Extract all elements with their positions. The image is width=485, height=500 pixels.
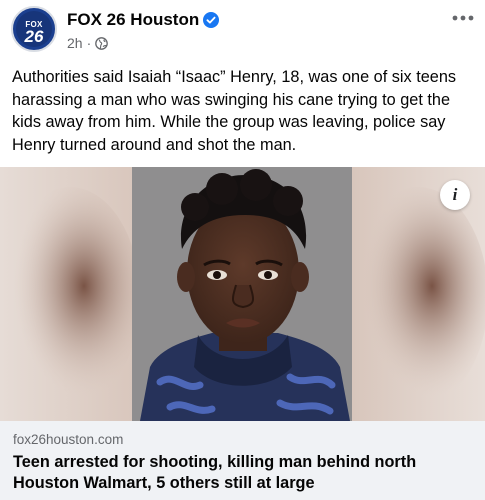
article-photo[interactable]: [0, 167, 485, 421]
meta-separator: ·: [86, 35, 92, 51]
avatar-logo: FOX 26: [16, 11, 52, 47]
avatar-number-text: 26: [24, 27, 44, 46]
post-timestamp[interactable]: 2h: [67, 35, 83, 51]
post-header: FOX 26 FOX 26 Houston 2h ·: [0, 0, 485, 62]
info-button[interactable]: i: [440, 180, 470, 210]
facebook-post: FOX 26 FOX 26 Houston 2h · Authorities s…: [0, 0, 485, 500]
globe-icon[interactable]: [95, 36, 109, 50]
post-meta: 2h ·: [67, 35, 109, 51]
link-preview[interactable]: fox26houston.com Teen arrested for shoot…: [0, 421, 485, 500]
link-headline[interactable]: Teen arrested for shooting, killing man …: [13, 452, 475, 494]
info-icon: i: [452, 185, 458, 204]
page-name-link[interactable]: FOX 26 Houston: [67, 10, 199, 30]
link-domain: fox26houston.com: [13, 432, 124, 447]
page-avatar[interactable]: FOX 26: [11, 6, 57, 52]
post-caption: Authorities said Isaiah “Isaac” Henry, 1…: [12, 68, 457, 154]
verified-badge-icon: [203, 12, 219, 28]
more-horizontal-icon[interactable]: [449, 8, 477, 28]
